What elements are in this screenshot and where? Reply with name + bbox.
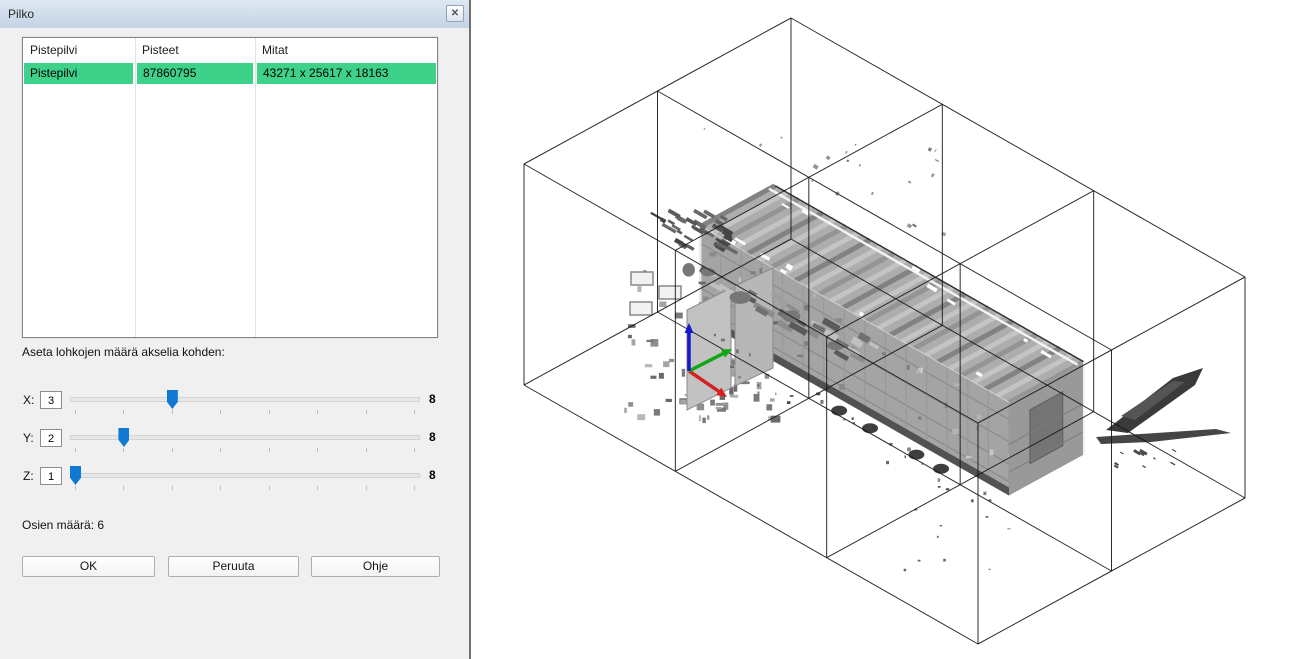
- column-header-pisteet[interactable]: Pisteet: [135, 38, 179, 63]
- y-axis-label: Y:: [23, 431, 34, 445]
- slider-row-z: Z: 1 8: [0, 466, 469, 490]
- cancel-button[interactable]: Peruuta: [168, 556, 299, 577]
- point-cloud: [624, 128, 1231, 571]
- viewer-canvas[interactable]: [473, 0, 1309, 659]
- help-button[interactable]: Ohje: [311, 556, 440, 577]
- parts-count-label: Osien määrä: 6: [22, 518, 104, 532]
- x-slider-track[interactable]: [70, 390, 420, 414]
- cell-name: Pistepilvi: [24, 63, 135, 84]
- slider-row-x: X: 3 8: [0, 390, 469, 414]
- pilko-dialog: Pilko ✕ Pistepilvi Pisteet Mitat Pistepi…: [0, 0, 471, 659]
- slider-row-y: Y: 2 8: [0, 428, 469, 452]
- close-icon: ✕: [451, 8, 459, 19]
- x-slider-ticks: [70, 390, 420, 414]
- cell-dimensions: 43271 x 25617 x 18163: [257, 63, 436, 84]
- pointcloud-table[interactable]: Pistepilvi Pisteet Mitat Pistepilvi 8786…: [22, 37, 438, 338]
- table-row[interactable]: Pistepilvi 87860795 43271 x 25617 x 1816…: [24, 63, 436, 84]
- z-max-label: 8: [429, 468, 436, 482]
- z-slider-ticks: [70, 466, 420, 490]
- y-slider-ticks: [70, 428, 420, 452]
- sliders-section-label: Aseta lohkojen määrä akselia kohden:: [22, 345, 225, 359]
- z-slider-track[interactable]: [70, 466, 420, 490]
- ok-button[interactable]: OK: [22, 556, 155, 577]
- x-value-box[interactable]: 3: [40, 391, 62, 409]
- column-header-pistepilvi[interactable]: Pistepilvi: [23, 38, 77, 63]
- dialog-title: Pilko: [8, 7, 34, 21]
- x-axis-label: X:: [23, 393, 34, 407]
- cell-points: 87860795: [137, 63, 255, 84]
- z-axis-label: Z:: [23, 469, 34, 483]
- y-slider-track[interactable]: [70, 428, 420, 452]
- dialog-titlebar: Pilko ✕: [0, 0, 469, 28]
- y-max-label: 8: [429, 430, 436, 444]
- z-value-box[interactable]: 1: [40, 467, 62, 485]
- close-button[interactable]: ✕: [446, 5, 464, 22]
- y-value-box[interactable]: 2: [40, 429, 62, 447]
- x-max-label: 8: [429, 392, 436, 406]
- column-header-mitat[interactable]: Mitat: [255, 38, 288, 63]
